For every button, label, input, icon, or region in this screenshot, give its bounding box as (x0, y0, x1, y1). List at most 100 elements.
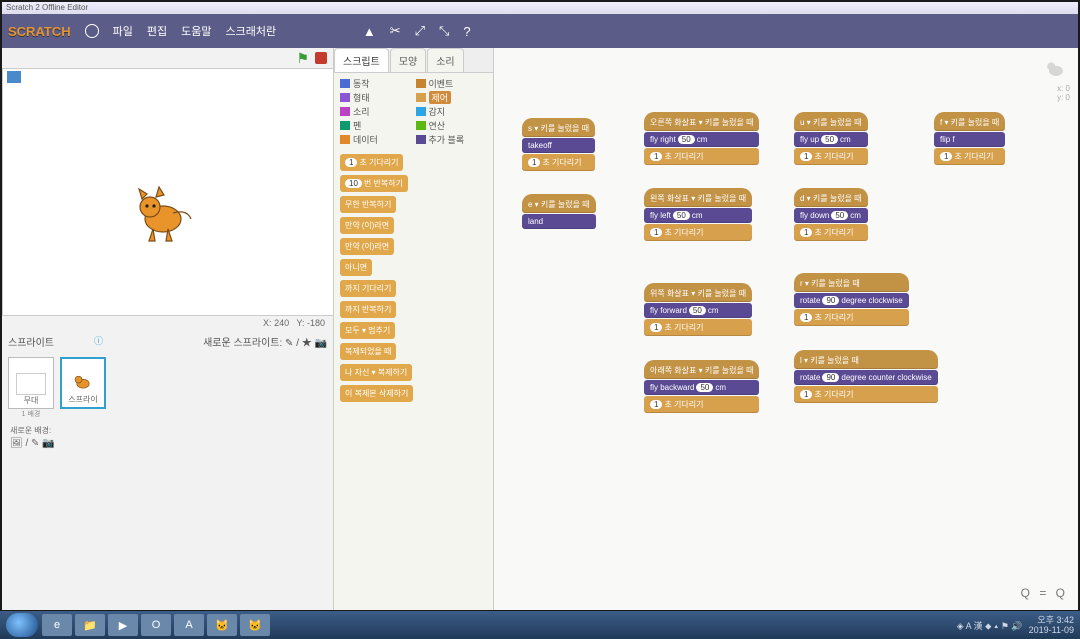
script-stack-1[interactable]: e ▾ 키를 눌렀을 때land (522, 194, 596, 230)
category-motion[interactable]: 동작 (340, 77, 412, 90)
clock[interactable]: 오후 3:422019-11-09 (1029, 615, 1074, 635)
script-block[interactable]: d ▾ 키를 눌렀을 때 (794, 188, 868, 207)
script-block[interactable]: e ▾ 키를 눌렀을 때 (522, 194, 596, 213)
script-block[interactable]: r ▾ 키를 눌렀을 때 (794, 273, 909, 292)
category-data[interactable]: 데이터 (340, 133, 412, 146)
stage-thumb[interactable]: 무대 (8, 357, 54, 409)
zoom-controls[interactable]: Q = Q (1021, 586, 1068, 600)
script-block[interactable]: 1초 기다리기 (794, 386, 938, 403)
script-stack-7[interactable]: d ▾ 키를 눌렀을 때fly down50cm1초 기다리기 (794, 188, 868, 242)
script-stack-8[interactable]: r ▾ 키를 눌렀을 때rotate90degree clockwise1초 기… (794, 273, 909, 327)
palette-block-8[interactable]: 모두 ▾ 멈추기 (340, 322, 395, 339)
script-stack-5[interactable]: 아래쪽 화살표 ▾ 키를 눌렀을 때fly backward50cm1초 기다리… (644, 360, 759, 414)
script-block[interactable]: takeoff (522, 138, 595, 153)
script-block[interactable]: fly right50cm (644, 132, 759, 147)
sprite-thumb-1[interactable]: ⓘ 스프라이 (60, 357, 106, 409)
palette-block-1[interactable]: 10번 반복하기 (340, 175, 408, 192)
palette-block-5[interactable]: 아니면 (340, 259, 372, 276)
palette-block-2[interactable]: 무한 반복하기 (340, 196, 396, 213)
globe-icon[interactable] (85, 24, 99, 38)
palette-block-9[interactable]: 복제되었을 때 (340, 343, 396, 360)
stage[interactable] (2, 68, 334, 316)
grow-icon[interactable]: ⤢ (415, 23, 425, 39)
fullscreen-icon[interactable] (7, 71, 21, 83)
palette-block-3[interactable]: 만약(이)라면 (340, 217, 394, 234)
menu-about[interactable]: 스크래처란 (225, 23, 276, 39)
category-sensing[interactable]: 감지 (416, 105, 488, 118)
script-stack-4[interactable]: 위쪽 화살표 ▾ 키를 눌렀을 때fly forward50cm1초 기다리기 (644, 283, 752, 337)
category-pen[interactable]: 펜 (340, 119, 412, 132)
menu-help[interactable]: 도움말 (181, 23, 211, 39)
system-tray[interactable]: ◈ A 漢 ⬥ ▴ ⚑ 🔊 오후 3:422019-11-09 (957, 615, 1074, 635)
script-block[interactable]: rotate90degree counter clockwise (794, 370, 938, 385)
green-flag-icon[interactable]: ⚑ (296, 50, 309, 67)
category-events[interactable]: 이벤트 (416, 77, 488, 90)
category-control[interactable]: 제어 (416, 91, 488, 104)
script-block[interactable]: u ▾ 키를 눌렀을 때 (794, 112, 868, 131)
script-block[interactable]: s ▾ 키를 눌렀을 때 (522, 118, 595, 137)
stamp-icon[interactable]: ▲ (363, 24, 376, 39)
taskbar-app-5[interactable]: 🐱 (207, 614, 237, 636)
script-block[interactable]: fly forward50cm (644, 303, 752, 318)
taskbar-app-4[interactable]: A (174, 614, 204, 636)
palette-block-10[interactable]: 나 자신 ▾ 복제하기 (340, 364, 412, 381)
menu-edit[interactable]: 편집 (147, 23, 167, 39)
palette-block-4[interactable]: 만약(이)라면 (340, 238, 394, 255)
script-block[interactable]: 오른쪽 화살표 ▾ 키를 눌렀을 때 (644, 112, 759, 131)
script-block[interactable]: l ▾ 키를 눌렀을 때 (794, 350, 938, 369)
script-stack-10[interactable]: f ▾ 키를 눌렀을 때flip f1초 기다리기 (934, 112, 1005, 166)
script-block[interactable]: 왼쪽 화살표 ▾ 키를 눌렀을 때 (644, 188, 752, 207)
script-block[interactable]: f ▾ 키를 눌렀을 때 (934, 112, 1005, 131)
script-block[interactable]: fly down50cm (794, 208, 868, 223)
script-area[interactable]: s ▾ 키를 눌렀을 때takeoff1초 기다리기e ▾ 키를 눌렀을 때la… (494, 48, 1078, 610)
taskbar-app-2[interactable]: ▶ (108, 614, 138, 636)
category-operators[interactable]: 연산 (416, 119, 488, 132)
script-block[interactable]: flip f (934, 132, 1005, 147)
script-block[interactable]: 1초 기다리기 (934, 148, 1005, 165)
new-bg-icons[interactable]: 🖼 / ✎ 📷 (2, 438, 333, 449)
script-block[interactable]: 1초 기다리기 (794, 309, 909, 326)
script-block[interactable]: 1초 기다리기 (794, 148, 868, 165)
script-stack-0[interactable]: s ▾ 키를 눌렀을 때takeoff1초 기다리기 (522, 118, 595, 172)
taskbar-app-1[interactable]: 📁 (75, 614, 105, 636)
category-sound[interactable]: 소리 (340, 105, 412, 118)
script-block[interactable]: fly left50cm (644, 208, 752, 223)
cut-icon[interactable]: ✂ (390, 23, 401, 39)
shrink-icon[interactable]: ⤡ (439, 23, 449, 39)
script-block[interactable]: fly backward50cm (644, 380, 759, 395)
info-icon[interactable]: ⓘ (94, 334, 103, 347)
script-stack-2[interactable]: 오른쪽 화살표 ▾ 키를 눌렀을 때fly right50cm1초 기다리기 (644, 112, 759, 166)
script-block[interactable]: 위쪽 화살표 ▾ 키를 눌렀을 때 (644, 283, 752, 302)
script-block[interactable]: 1초 기다리기 (644, 224, 752, 241)
script-block[interactable]: 1초 기다리기 (644, 319, 752, 336)
help-icon[interactable]: ? (463, 24, 470, 39)
palette-block-0[interactable]: 1초 기다리기 (340, 154, 403, 171)
stop-icon[interactable] (315, 52, 327, 64)
script-block[interactable]: 1초 기다리기 (644, 148, 759, 165)
palette-block-6[interactable]: 까지 기다리기 (340, 280, 396, 297)
category-looks[interactable]: 형태 (340, 91, 412, 104)
palette-block-11[interactable]: 이 복제본 삭제하기 (340, 385, 413, 402)
category-more[interactable]: 추가 블록 (416, 133, 488, 146)
tray-icons[interactable]: ◈ A 漢 ⬥ ▴ ⚑ 🔊 (957, 619, 1023, 632)
script-stack-9[interactable]: l ▾ 키를 눌렀을 때rotate90degree counter clock… (794, 350, 938, 404)
script-stack-6[interactable]: u ▾ 키를 눌렀을 때fly up50cm1초 기다리기 (794, 112, 868, 166)
taskbar-app-0[interactable]: e (42, 614, 72, 636)
script-block[interactable]: rotate90degree clockwise (794, 293, 909, 308)
tab-costumes[interactable]: 모양 (390, 48, 426, 72)
taskbar-app-6[interactable]: 🐱 (240, 614, 270, 636)
script-block[interactable]: fly up50cm (794, 132, 868, 147)
script-block[interactable]: land (522, 214, 596, 229)
script-block[interactable]: 1초 기다리기 (522, 154, 595, 171)
palette-block-7[interactable]: 까지 반복하기 (340, 301, 396, 318)
tab-sounds[interactable]: 소리 (427, 48, 463, 72)
menu-file[interactable]: 파일 (113, 23, 133, 39)
script-block[interactable]: 1초 기다리기 (644, 396, 759, 413)
script-stack-3[interactable]: 왼쪽 화살표 ▾ 키를 눌렀을 때fly left50cm1초 기다리기 (644, 188, 752, 242)
start-button[interactable] (6, 613, 38, 637)
tab-scripts[interactable]: 스크립트 (334, 48, 389, 72)
sprite-cat[interactable] (128, 179, 198, 249)
script-block[interactable]: 1초 기다리기 (794, 224, 868, 241)
taskbar-app-3[interactable]: O (141, 614, 171, 636)
script-block[interactable]: 아래쪽 화살표 ▾ 키를 눌렀을 때 (644, 360, 759, 379)
